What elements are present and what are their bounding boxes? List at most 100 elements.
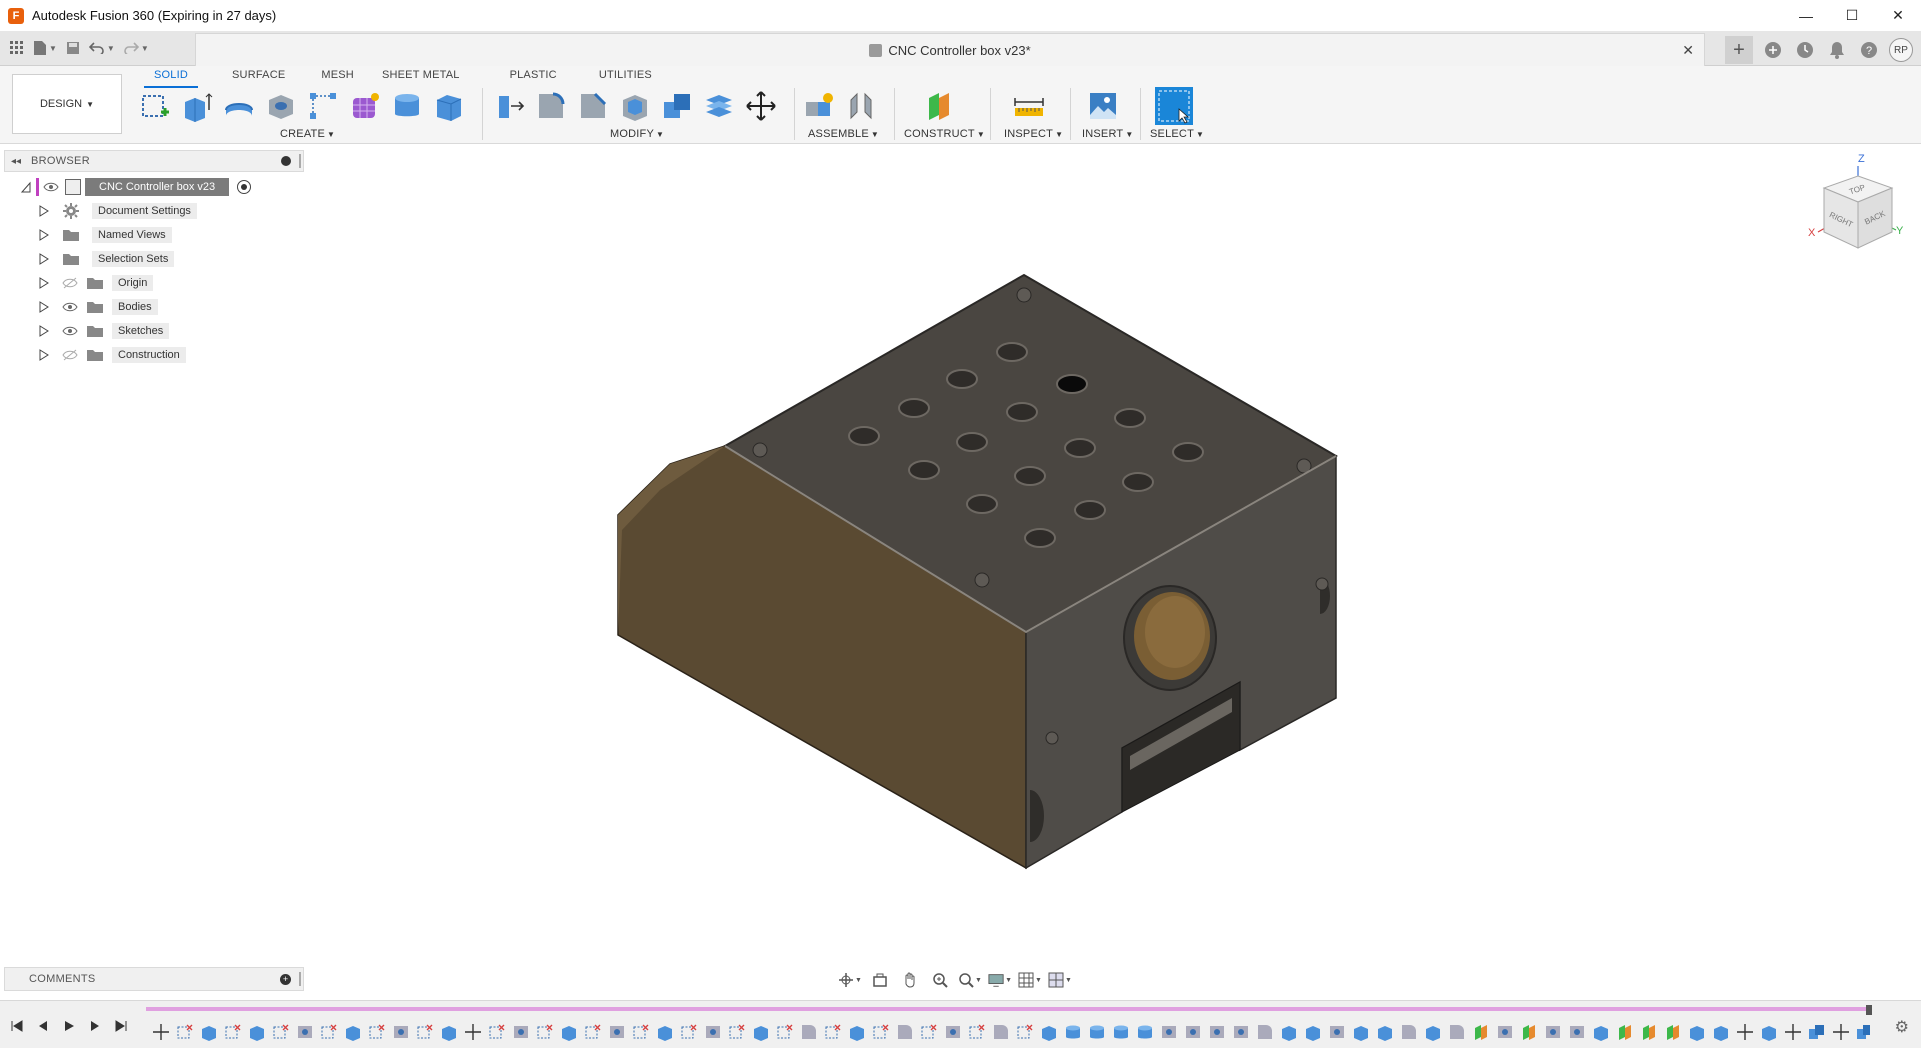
tab-plastic[interactable]: PLASTIC: [496, 66, 571, 86]
step-forward-button[interactable]: [86, 1017, 104, 1035]
fillet-button[interactable]: [534, 89, 568, 123]
box-button[interactable]: [432, 89, 466, 123]
timeline-feature[interactable]: [1758, 1022, 1780, 1042]
browser-panel-header[interactable]: ◂◂ BROWSER: [4, 150, 304, 172]
panel-grip-handle[interactable]: [299, 972, 301, 986]
browser-node-construction[interactable]: Construction: [38, 344, 186, 366]
tab-solid[interactable]: SOLID: [140, 66, 202, 88]
zoom-window-button[interactable]: ▼: [958, 970, 982, 990]
timeline-feature[interactable]: [1110, 1022, 1132, 1042]
timeline-feature[interactable]: [1638, 1022, 1660, 1042]
timeline-feature[interactable]: [342, 1022, 364, 1042]
play-button[interactable]: [60, 1017, 78, 1035]
shell-button[interactable]: [618, 89, 652, 123]
job-status-icon[interactable]: [1793, 38, 1817, 62]
redo-button[interactable]: ▼: [120, 37, 152, 59]
expand-triangle-icon[interactable]: [38, 301, 50, 313]
timeline-feature[interactable]: [1038, 1022, 1060, 1042]
create-sketch-button[interactable]: [138, 89, 172, 123]
timeline-feature[interactable]: [990, 1022, 1012, 1042]
timeline-feature[interactable]: [1230, 1022, 1252, 1042]
timeline-feature[interactable]: [1782, 1022, 1804, 1042]
timeline-feature[interactable]: [1086, 1022, 1108, 1042]
timeline-feature[interactable]: [1374, 1022, 1396, 1042]
minimize-button[interactable]: —: [1783, 0, 1829, 31]
undo-button[interactable]: ▼: [86, 37, 118, 59]
timeline-feature[interactable]: [294, 1022, 316, 1042]
timeline-feature[interactable]: [1662, 1022, 1684, 1042]
timeline-feature[interactable]: [1518, 1022, 1540, 1042]
viewcube[interactable]: Z X Y TOP RIGHT BACK: [1806, 152, 1906, 252]
visibility-eye-icon[interactable]: [62, 301, 78, 313]
minimize-panel-icon[interactable]: [281, 156, 291, 166]
timeline-feature[interactable]: [270, 1022, 292, 1042]
timeline-feature[interactable]: [726, 1022, 748, 1042]
browser-node-bodies[interactable]: Bodies: [38, 296, 158, 318]
timeline-settings-gear-icon[interactable]: ⚙: [1895, 1017, 1909, 1037]
timeline-feature[interactable]: [1062, 1022, 1084, 1042]
insert-image-button[interactable]: [1086, 89, 1120, 123]
hidden-eye-icon[interactable]: [62, 277, 78, 289]
timeline-feature[interactable]: [966, 1022, 988, 1042]
offset-plane-button[interactable]: [922, 89, 956, 123]
timeline-feature[interactable]: [654, 1022, 676, 1042]
extensions-icon[interactable]: [1761, 38, 1785, 62]
timeline-feature[interactable]: [462, 1022, 484, 1042]
timeline-feature[interactable]: [702, 1022, 724, 1042]
timeline-feature[interactable]: [606, 1022, 628, 1042]
help-icon[interactable]: ?: [1857, 38, 1881, 62]
timeline-feature[interactable]: [318, 1022, 340, 1042]
timeline-feature[interactable]: [918, 1022, 940, 1042]
timeline-feature[interactable]: [1470, 1022, 1492, 1042]
chamfer-button[interactable]: [576, 89, 610, 123]
timeline-feature[interactable]: [198, 1022, 220, 1042]
timeline-feature[interactable]: [1350, 1022, 1372, 1042]
timeline-feature[interactable]: [1446, 1022, 1468, 1042]
expand-triangle-icon[interactable]: [38, 349, 50, 361]
timeline-track[interactable]: [146, 1007, 1866, 1011]
timeline-feature[interactable]: [870, 1022, 892, 1042]
activate-radio-icon[interactable]: [237, 180, 252, 194]
step-back-button[interactable]: [34, 1017, 52, 1035]
grid-settings-button[interactable]: ▼: [1018, 970, 1042, 990]
add-comment-icon[interactable]: +: [280, 974, 291, 985]
visibility-eye-icon[interactable]: [43, 181, 59, 193]
viewports-button[interactable]: ▼: [1048, 970, 1072, 990]
browser-node-origin[interactable]: Origin: [38, 272, 154, 294]
timeline-feature[interactable]: [1614, 1022, 1636, 1042]
browser-root-node[interactable]: CNC Controller box v23: [20, 176, 252, 198]
new-component-button[interactable]: [802, 89, 836, 123]
hole-button[interactable]: [264, 89, 298, 123]
expand-triangle-icon[interactable]: [38, 277, 50, 289]
timeline-feature[interactable]: [1134, 1022, 1156, 1042]
form-button[interactable]: [348, 89, 382, 123]
zoom-button[interactable]: [928, 970, 952, 990]
tab-mesh[interactable]: MESH: [307, 66, 368, 86]
user-avatar[interactable]: RP: [1889, 38, 1913, 62]
timeline-feature[interactable]: [582, 1022, 604, 1042]
press-pull-button[interactable]: [492, 89, 526, 123]
go-to-end-button[interactable]: [112, 1017, 130, 1035]
select-group-button[interactable]: SELECT ▼: [1150, 128, 1204, 140]
timeline-feature[interactable]: [1326, 1022, 1348, 1042]
orbit-button[interactable]: ▼: [838, 970, 862, 990]
cnc-controller-box-model[interactable]: [600, 270, 1360, 880]
timeline-feature[interactable]: [1734, 1022, 1756, 1042]
comments-panel-header[interactable]: COMMENTS +: [4, 967, 304, 991]
timeline-feature[interactable]: [150, 1022, 172, 1042]
expand-triangle-icon[interactable]: [38, 229, 50, 241]
modify-group-button[interactable]: MODIFY ▼: [610, 128, 664, 140]
timeline-feature[interactable]: [222, 1022, 244, 1042]
timeline-feature[interactable]: [510, 1022, 532, 1042]
timeline-feature[interactable]: [534, 1022, 556, 1042]
timeline-feature[interactable]: [798, 1022, 820, 1042]
pan-button[interactable]: [898, 970, 922, 990]
timeline-feature[interactable]: [1014, 1022, 1036, 1042]
timeline-feature[interactable]: [414, 1022, 436, 1042]
cylinder-button[interactable]: [390, 89, 424, 123]
timeline-marker-handle[interactable]: [1866, 1005, 1872, 1015]
assemble-group-button[interactable]: ASSEMBLE ▼: [808, 128, 879, 140]
timeline-feature[interactable]: [1206, 1022, 1228, 1042]
revolve-button[interactable]: [222, 89, 256, 123]
tab-surface[interactable]: SURFACE: [218, 66, 299, 86]
